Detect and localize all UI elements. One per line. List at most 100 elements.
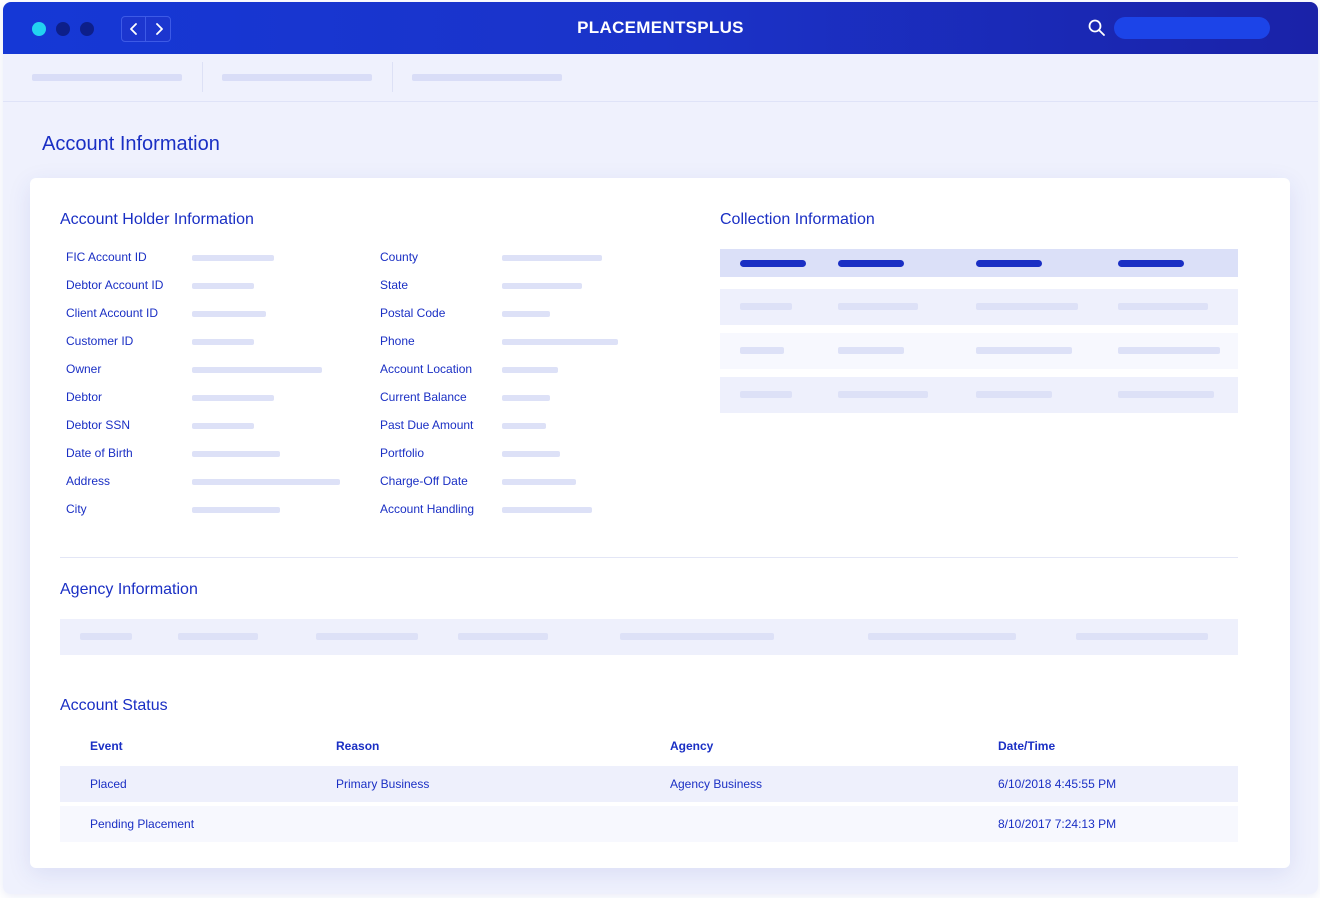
field-label-account-location: Account Location [380,362,473,376]
page-title: Account Information [42,133,220,155]
field-value-placeholder [192,255,274,261]
tab-placeholder [222,74,372,81]
field-label-city: City [66,502,87,516]
field-label-fic-account-id: FIC Account ID [66,250,147,264]
column-header-placeholder [838,260,904,267]
field-value-placeholder [502,423,546,429]
sub-nav-tab[interactable] [222,54,372,102]
field-value-placeholder [502,451,560,457]
field-value-placeholder [502,283,582,289]
table-row[interactable]: Placed Primary Business Agency Business … [60,766,1238,802]
field-label-address: Address [66,474,111,488]
agency-row[interactable] [60,619,1238,655]
account-status-title: Account Status [60,697,168,714]
tab-placeholder [32,74,182,81]
agency-title: Agency Information [60,581,198,598]
field-label-past-due-amount: Past Due Amount [380,418,474,432]
field-value-placeholder [502,507,592,513]
field-value-placeholder [502,395,550,401]
cell-datetime: 8/10/2017 7:24:13 PM [998,817,1117,831]
collection-table-header [720,249,1238,277]
field-value-placeholder [502,367,558,373]
cell-placeholder [178,633,258,640]
cell-placeholder [868,633,1016,640]
field-label-charge-off-date: Charge-Off Date [380,474,468,488]
cell-placeholder [740,303,792,310]
tab-placeholder [412,74,562,81]
column-header-placeholder [740,260,806,267]
cell-placeholder [458,633,548,640]
field-label-portfolio: Portfolio [380,446,425,460]
cell-placeholder [80,633,132,640]
field-value-placeholder [192,283,254,289]
cell-placeholder [838,303,918,310]
field-label-state: State [380,278,409,292]
field-label-phone: Phone [380,334,415,348]
cell-agency: Agency Business [670,777,763,791]
account-holder-title: Account Holder Information [60,211,254,228]
tab-divider [202,62,203,92]
sub-nav-tab[interactable] [32,54,182,102]
field-label-account-handling: Account Handling [380,502,475,516]
field-label-county: County [380,250,419,264]
table-row[interactable]: Pending Placement 8/10/2017 7:24:13 PM [60,806,1238,842]
cell-placeholder [1118,303,1208,310]
account-card: Account Holder Information FIC Account I… [30,178,1290,868]
cell-placeholder [838,347,904,354]
field-label-date-of-birth: Date of Birth [66,446,133,460]
column-header-datetime[interactable]: Date/Time [998,739,1055,753]
field-value-placeholder [502,311,550,317]
cell-placeholder [976,391,1052,398]
field-label-debtor-account-id: Debtor Account ID [66,278,164,292]
cell-event: Placed [90,777,127,791]
collection-title: Collection Information [720,211,875,228]
cell-datetime: 6/10/2018 4:45:55 PM [998,777,1117,791]
field-value-placeholder [502,339,618,345]
collection-row[interactable] [720,333,1238,369]
column-header-agency[interactable]: Agency [670,739,713,753]
section-divider [60,557,1238,558]
field-label-debtor-ssn: Debtor SSN [66,418,131,432]
field-label-debtor: Debtor [66,390,103,404]
cell-placeholder [838,391,928,398]
field-value-placeholder [502,479,576,485]
title-bar: PLACEMENTSPLUS [3,2,1318,54]
cell-placeholder [976,303,1078,310]
column-header-placeholder [1118,260,1184,267]
search-icon[interactable] [1087,18,1107,38]
collection-row[interactable] [720,289,1238,325]
field-value-placeholder [192,395,274,401]
cell-event: Pending Placement [90,817,195,831]
column-header-event[interactable]: Event [90,739,123,753]
field-value-placeholder [192,507,280,513]
column-header-placeholder [976,260,1042,267]
field-label-current-balance: Current Balance [380,390,467,404]
cell-placeholder [620,633,774,640]
field-value-placeholder [192,479,340,485]
field-value-placeholder [192,339,254,345]
field-value-placeholder [192,451,280,457]
field-label-owner: Owner [66,362,102,376]
cell-placeholder [316,633,418,640]
field-value-placeholder [192,423,254,429]
sub-nav-tab[interactable] [412,54,562,102]
field-value-placeholder [192,311,266,317]
cell-placeholder [740,347,784,354]
field-label-postal-code: Postal Code [380,306,446,320]
search-input[interactable] [1114,17,1270,39]
field-value-placeholder [192,367,322,373]
cell-placeholder [976,347,1072,354]
cell-placeholder [1118,391,1214,398]
cell-placeholder [1076,633,1208,640]
cell-placeholder [1118,347,1220,354]
cell-reason: Primary Business [336,777,430,791]
app-window: PLACEMENTSPLUS Account Information Accou… [3,2,1318,894]
field-label-client-account-id: Client Account ID [66,306,159,320]
column-header-reason[interactable]: Reason [336,739,379,753]
tab-divider [392,62,393,92]
field-value-placeholder [502,255,602,261]
field-label-customer-id: Customer ID [66,334,134,348]
sub-nav-bar [3,54,1318,102]
collection-row[interactable] [720,377,1238,413]
cell-placeholder [740,391,792,398]
